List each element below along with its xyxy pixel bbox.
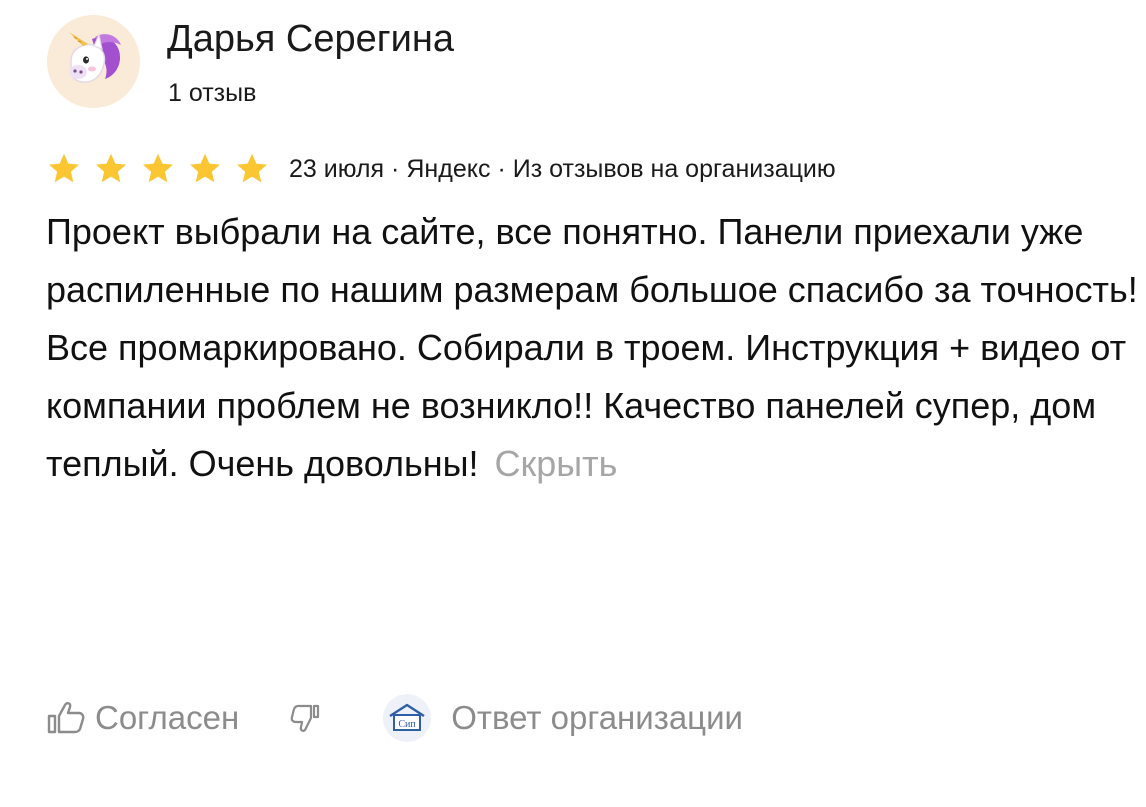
thumbs-down-icon [290, 704, 320, 732]
author-reviews-count: 1 отзыв [168, 79, 257, 107]
disagree-button[interactable] [290, 703, 320, 733]
agree-button[interactable]: Согласен [46, 699, 239, 737]
unicorn-icon [69, 32, 121, 83]
star-icon [237, 153, 267, 183]
org-reply-button[interactable]: Сип Ответ организации [383, 694, 743, 742]
star-icon [49, 153, 79, 183]
review-text: Проект выбрали на сайте, все понятно. Па… [46, 203, 1141, 493]
review-source: Яндекс [406, 154, 491, 183]
review-actions: Согласен Сип Ответ организации [46, 690, 743, 746]
org-logo-text: Сип [399, 719, 417, 730]
review-meta: 23 июля · Яндекс · Из отзывов на организ… [289, 155, 836, 184]
review-origin: Из отзывов на организацию [512, 154, 836, 183]
review-date: 23 июля [289, 154, 385, 183]
rating-stars [46, 151, 281, 187]
author-name[interactable]: Дарья Серегина [167, 14, 454, 64]
review-rating-row: 23 июля · Яндекс · Из отзывов на организ… [46, 148, 836, 190]
star-icon [190, 153, 220, 183]
org-reply-label: Ответ организации [451, 699, 743, 736]
meta-separator: · [497, 154, 506, 183]
org-logo: Сип [383, 694, 432, 742]
house-logo-icon: Сип [389, 703, 425, 731]
star-icon [143, 153, 173, 183]
author-avatar[interactable] [47, 15, 140, 108]
thumbs-up-icon [47, 702, 85, 734]
meta-separator: · [391, 154, 400, 183]
agree-label: Согласен [95, 699, 240, 736]
hide-review-link[interactable]: Скрыть [495, 443, 618, 484]
star-icon [96, 153, 126, 183]
